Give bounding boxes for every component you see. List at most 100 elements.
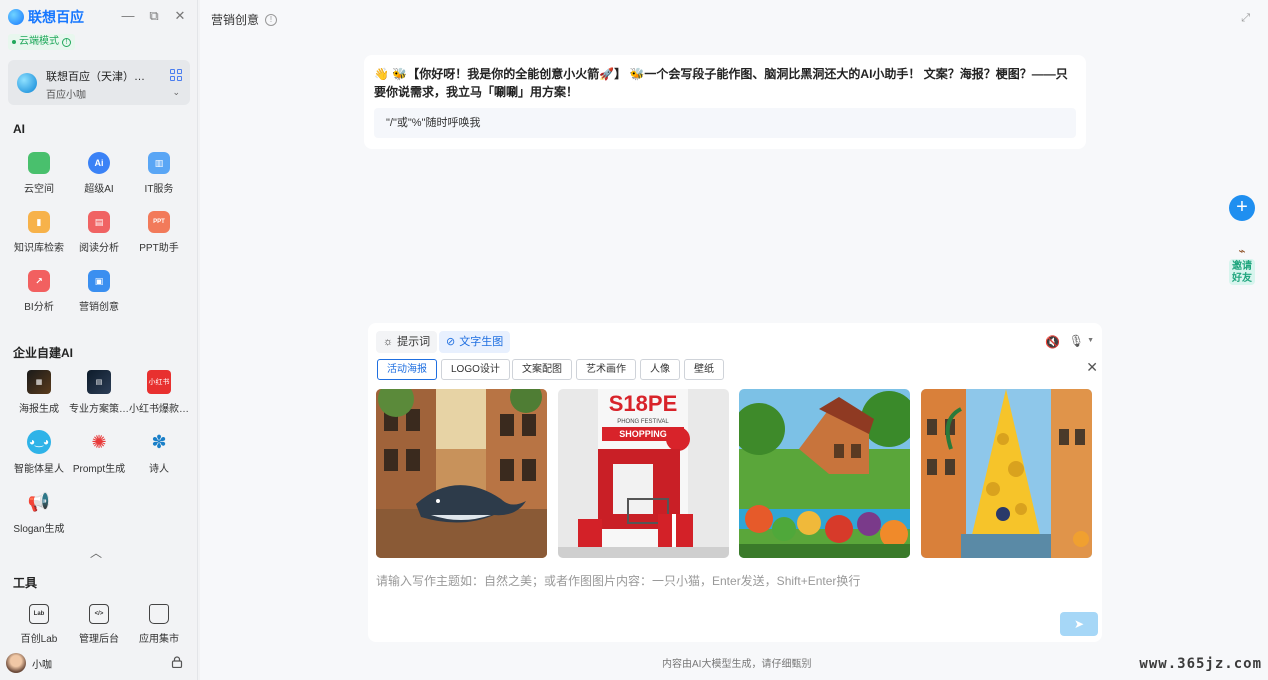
speaker-mute-icon[interactable]: 🔇 bbox=[1045, 335, 1060, 349]
xiaohongshu-icon: 小红书 bbox=[147, 370, 171, 394]
info-icon[interactable]: ! bbox=[265, 13, 278, 26]
chevron-down-icon[interactable]: ⌄ bbox=[172, 87, 180, 98]
user-profile[interactable]: 小咖 bbox=[6, 653, 52, 673]
category-tag-copy-illustration[interactable]: 文案配图 bbox=[512, 359, 572, 380]
tool-app-market[interactable]: 应用集市 bbox=[129, 604, 189, 645]
lock-icon[interactable] bbox=[171, 656, 183, 668]
watermark: www.365jz.com bbox=[1139, 656, 1262, 672]
ai-app-cloud-space[interactable]: 云空间 bbox=[9, 152, 69, 195]
expand-icon[interactable]: ⤢ bbox=[1241, 12, 1250, 25]
microphone-icon[interactable]: 🎙 bbox=[1069, 334, 1084, 348]
grid-apps-icon[interactable] bbox=[170, 69, 182, 81]
app-label: 管理后台 bbox=[79, 634, 119, 645]
category-tag-portrait[interactable]: 人像 bbox=[640, 359, 680, 380]
close-icon[interactable]: ✕ bbox=[1086, 359, 1098, 375]
it-service-icon: ▥ bbox=[148, 152, 170, 174]
poster-subtitle-text: PHONG FESTIVAL bbox=[617, 419, 669, 425]
cloud-mode-badge[interactable]: 云端模式 ! bbox=[8, 34, 75, 50]
org-switcher[interactable]: 联想百应（天津）… 百应小咖 ⌄ bbox=[8, 60, 190, 105]
section-title-ai: AI bbox=[13, 122, 25, 136]
ent-app-poster[interactable]: ▦ 海报生成 bbox=[9, 370, 69, 415]
lightbulb-icon: ✺ bbox=[91, 431, 107, 452]
poster-tag-text: SHOPPING bbox=[619, 429, 667, 439]
ent-app-agent[interactable]: ◕‿◕ 智能体星人 bbox=[9, 430, 69, 475]
whale-street-image[interactable] bbox=[376, 389, 547, 558]
ppt-icon: PPT bbox=[148, 211, 170, 233]
shopping-festival-image[interactable]: S18PE PHONG FESTIVAL SHOPPING bbox=[558, 389, 729, 558]
app-label: 超级AI bbox=[84, 184, 114, 195]
tool-admin[interactable]: </> 管理后台 bbox=[69, 604, 129, 645]
cloud-folder-icon bbox=[28, 152, 50, 174]
ent-app-slogan[interactable]: 📢 Slogan生成 bbox=[9, 490, 69, 536]
app-label: Slogan生成 bbox=[13, 524, 65, 535]
info-icon: ! bbox=[62, 37, 71, 47]
invite-label: 邀请 好友 bbox=[1229, 259, 1255, 285]
app-label: 应用集市 bbox=[139, 634, 179, 645]
app-label: PPT助手 bbox=[139, 243, 179, 254]
super-ai-icon: Ai bbox=[88, 152, 110, 174]
section-title-enterprise: 企业自建AI bbox=[13, 346, 74, 360]
ai-app-ppt-assistant[interactable]: PPT PPT助手 bbox=[129, 211, 189, 254]
new-chat-plus-button[interactable]: + bbox=[1229, 195, 1255, 221]
alien-face-icon: ◕‿◕ bbox=[27, 430, 51, 454]
prompt-input[interactable] bbox=[376, 569, 1096, 593]
main-panel: 营销创意 ! ⤢ 👋 🐝【你好呀！我是你的全能创意小火箭🚀】 🐝一个会写段子能作… bbox=[200, 0, 1268, 680]
assistant-name: 百应小咖 bbox=[46, 90, 86, 101]
welcome-hint: "/"或"%"随时呼唤我 bbox=[374, 108, 1076, 138]
sidebar: 联想百应 — ⧉ ✕ 云端模式 ! 联想百应（天津）… 百应小咖 ⌄ AI 云空… bbox=[0, 0, 198, 680]
chevron-down-icon[interactable]: ▼ bbox=[1087, 337, 1094, 344]
tool-lab[interactable]: Lab 百创Lab bbox=[9, 604, 69, 645]
category-tag-event-poster[interactable]: 活动海报 bbox=[377, 359, 437, 380]
app-label: 百创Lab bbox=[20, 634, 58, 645]
brand: 联想百应 bbox=[8, 7, 84, 27]
brand-name: 联想百应 bbox=[28, 9, 84, 25]
ai-app-super-ai[interactable]: Ai 超级AI bbox=[69, 152, 129, 195]
app-label: 云空间 bbox=[24, 184, 54, 195]
send-button[interactable]: ➤ bbox=[1060, 612, 1098, 636]
shopping-bag-icon bbox=[149, 604, 169, 624]
app-label: 阅读分析 bbox=[79, 243, 119, 254]
fruit-village-image[interactable] bbox=[739, 389, 910, 558]
category-tag-wallpaper[interactable]: 壁纸 bbox=[684, 359, 724, 380]
category-tag-art-painting[interactable]: 艺术画作 bbox=[576, 359, 636, 380]
page-header: 营销创意 ! bbox=[211, 11, 278, 28]
invite-label-line2: 好友 bbox=[1232, 273, 1252, 284]
ai-app-knowledge-base[interactable]: ▮ 知识库检索 bbox=[9, 211, 69, 254]
send-icon: ➤ bbox=[1073, 617, 1085, 631]
ai-disclaimer: 内容由AI大模型生成，请仔细甄别 bbox=[662, 659, 812, 670]
megaphone-icon: 📢 bbox=[27, 491, 51, 512]
ent-app-prompt[interactable]: ✺ Prompt生成 bbox=[69, 430, 129, 476]
mode-tab-label: 文字生图 bbox=[459, 336, 504, 348]
cheese-city-image[interactable] bbox=[921, 389, 1092, 558]
app-label: BI分析 bbox=[24, 302, 54, 313]
xiaohongshu-badge: 小红书 bbox=[148, 379, 170, 386]
page-title: 营销创意 bbox=[211, 13, 260, 27]
welcome-card: 👋 🐝【你好呀！我是你的全能创意小火箭🚀】 🐝一个会写段子能作图、脑洞比黑洞还大… bbox=[364, 55, 1086, 149]
mode-tab-text-to-image[interactable]: ⊘ 文字生图 bbox=[439, 331, 511, 353]
ai-app-it-service[interactable]: ▥ IT服务 bbox=[129, 152, 189, 195]
marketing-icon: ▣ bbox=[88, 270, 110, 292]
image-gen-icon: ⊘ bbox=[446, 336, 456, 348]
ai-app-marketing[interactable]: ▣ 营销创意 bbox=[69, 270, 129, 313]
collapse-chevron-up-icon[interactable]: ︿ bbox=[90, 544, 102, 561]
category-tag-logo-design[interactable]: LOGO设计 bbox=[441, 359, 510, 380]
composer: ☼ 提示词 ⊘ 文字生图 🔇 🎙 ▼ 活动海报 LOGO设计 文案配图 艺术画作… bbox=[368, 323, 1102, 642]
restore-icon[interactable]: ⧉ bbox=[147, 9, 161, 23]
reading-analysis-icon: ▤ bbox=[88, 211, 110, 233]
ent-app-plan[interactable]: ▤ 专业方案策… bbox=[69, 370, 129, 415]
ent-app-poet[interactable]: ✽ 诗人 bbox=[129, 430, 189, 476]
ent-app-xiaohongshu[interactable]: 小红书 小红书爆款… bbox=[129, 370, 189, 415]
mode-tab-label: 提示词 bbox=[397, 336, 431, 348]
app-label: 知识库检索 bbox=[14, 243, 64, 254]
org-logo-icon bbox=[17, 73, 37, 93]
mode-tab-prompt[interactable]: ☼ 提示词 bbox=[376, 331, 438, 353]
app-label: 智能体星人 bbox=[14, 464, 64, 475]
ai-app-reading-analysis[interactable]: ▤ 阅读分析 bbox=[69, 211, 129, 254]
minimize-icon[interactable]: — bbox=[121, 9, 135, 23]
brand-logo-icon bbox=[8, 9, 24, 25]
close-icon[interactable]: ✕ bbox=[173, 9, 187, 23]
app-label: 专业方案策… bbox=[69, 404, 129, 415]
ai-app-bi-analysis[interactable]: ↗ BI分析 bbox=[9, 270, 69, 313]
invite-friends-button[interactable]: ⌁ 邀请 好友 bbox=[1229, 244, 1255, 285]
avatar bbox=[6, 653, 26, 673]
